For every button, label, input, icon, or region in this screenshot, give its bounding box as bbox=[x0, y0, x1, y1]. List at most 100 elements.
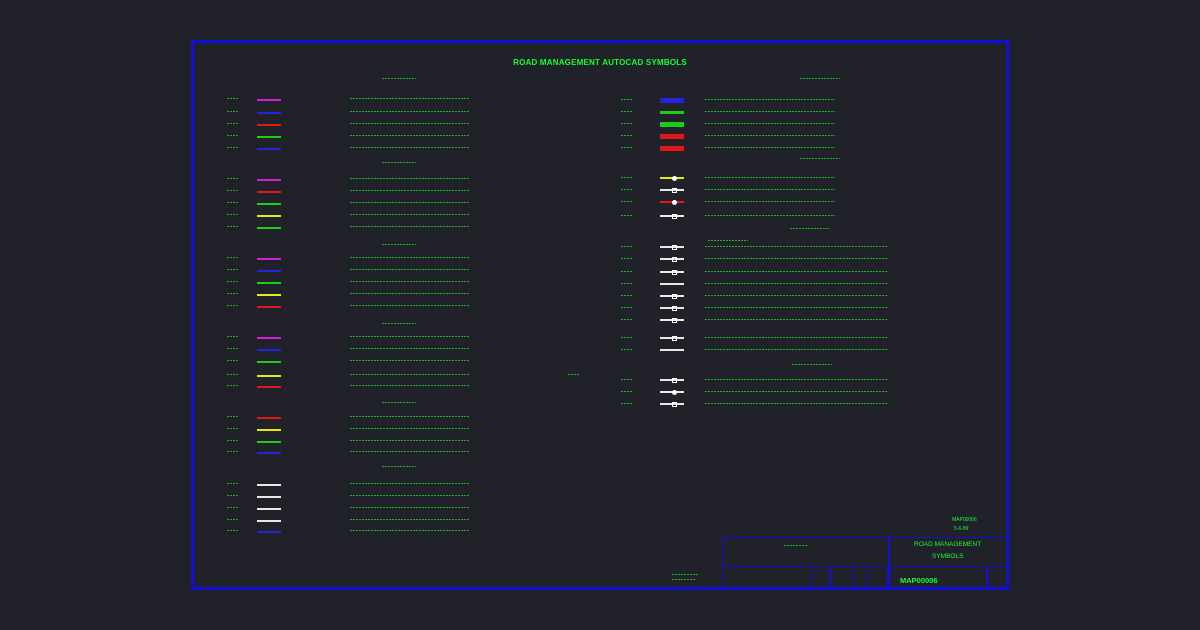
left-symbol-line-2 bbox=[257, 124, 281, 126]
left-desc-24 bbox=[350, 483, 470, 485]
right-symbol-mark-16 bbox=[672, 335, 677, 341]
left-symbol-line-10 bbox=[257, 258, 281, 260]
left-desc-23 bbox=[350, 451, 470, 453]
drawing-title: ROAD MANAGEMENT AUTOCAD SYMBOLS bbox=[513, 58, 687, 67]
right-desc-15 bbox=[705, 319, 765, 321]
right-desc-6 bbox=[705, 189, 835, 191]
right-desc2-17 bbox=[762, 349, 887, 351]
right-code-2 bbox=[621, 123, 633, 125]
right-desc2-10 bbox=[762, 258, 887, 260]
left-symbol-line-23 bbox=[257, 452, 281, 454]
right-code-7 bbox=[621, 201, 633, 203]
left-desc-3 bbox=[350, 135, 470, 137]
right-code-17 bbox=[621, 349, 633, 351]
right-code-5 bbox=[621, 177, 633, 179]
title-block-sheet-box bbox=[986, 567, 1008, 588]
left-symbol-line-9 bbox=[257, 227, 281, 229]
left-code-14 bbox=[227, 305, 239, 307]
left-code-5 bbox=[227, 178, 239, 180]
left-code-28 bbox=[227, 530, 239, 532]
left-symbol-line-21 bbox=[257, 429, 281, 431]
right-symbol-line-1 bbox=[660, 110, 684, 114]
right-code-4 bbox=[621, 147, 633, 149]
right-code-13 bbox=[621, 295, 633, 297]
left-symbol-line-6 bbox=[257, 191, 281, 193]
left-desc-18 bbox=[350, 374, 470, 376]
right-desc-19 bbox=[705, 391, 765, 393]
right-desc-18 bbox=[705, 379, 765, 381]
right-code-12 bbox=[621, 283, 633, 285]
left-symbol-line-27 bbox=[257, 520, 281, 522]
left-symbol-line-25 bbox=[257, 496, 281, 498]
right-desc2-18 bbox=[762, 379, 887, 381]
right-symbol-line-4 bbox=[660, 145, 684, 151]
right-code-10 bbox=[621, 258, 633, 260]
left-code-15 bbox=[227, 336, 239, 338]
right-code-6 bbox=[621, 189, 633, 191]
left-code-9 bbox=[227, 226, 239, 228]
right-symbol-mark-15 bbox=[672, 317, 677, 323]
right-symbol-mark-9 bbox=[672, 244, 677, 250]
right-symbol-mark-20 bbox=[672, 401, 677, 407]
footer-note-2 bbox=[672, 579, 696, 581]
right-desc-12 bbox=[705, 283, 765, 285]
title-block-name-line2: SYMBOLS bbox=[932, 553, 964, 560]
left-section-header-2 bbox=[382, 244, 416, 246]
left-desc-12 bbox=[350, 281, 470, 283]
left-code-27 bbox=[227, 519, 239, 521]
right-desc2-12 bbox=[762, 283, 887, 285]
right-desc-14 bbox=[705, 307, 765, 309]
center-note bbox=[568, 374, 580, 376]
left-code-25 bbox=[227, 495, 239, 497]
right-symbol-mark-13 bbox=[672, 293, 677, 299]
right-desc-5 bbox=[705, 177, 835, 179]
left-code-1 bbox=[227, 111, 239, 113]
left-desc-10 bbox=[350, 257, 470, 259]
left-symbol-line-13 bbox=[257, 294, 281, 296]
right-symbol-mark-8 bbox=[672, 213, 677, 219]
left-desc-8 bbox=[350, 214, 470, 216]
right-symbol-mark-5 bbox=[672, 175, 677, 181]
left-desc-9 bbox=[350, 226, 470, 228]
footer-note-1 bbox=[672, 574, 698, 576]
left-desc-4 bbox=[350, 147, 470, 149]
title-block-cell-a bbox=[810, 567, 830, 588]
left-code-3 bbox=[227, 135, 239, 137]
right-symbol-mark-19 bbox=[672, 389, 677, 395]
right-desc-7 bbox=[705, 201, 835, 203]
left-symbol-line-20 bbox=[257, 417, 281, 419]
left-code-19 bbox=[227, 385, 239, 387]
right-desc-16 bbox=[705, 337, 765, 339]
title-block-cell-c bbox=[866, 567, 888, 588]
left-symbol-line-22 bbox=[257, 441, 281, 443]
left-code-4 bbox=[227, 147, 239, 149]
right-code-9 bbox=[621, 246, 633, 248]
right-code-16 bbox=[621, 337, 633, 339]
right-symbol-mark-14 bbox=[672, 305, 677, 311]
right-symbol-line-2 bbox=[660, 121, 684, 127]
title-block-name-line1: ROAD MANAGEMENT bbox=[914, 541, 982, 548]
title-block-drawing-number: MAP00006 bbox=[900, 576, 938, 585]
left-symbol-line-0 bbox=[257, 99, 281, 101]
right-desc-13 bbox=[705, 295, 765, 297]
right-code-15 bbox=[621, 319, 633, 321]
right-desc-0 bbox=[705, 99, 835, 101]
left-symbol-line-17 bbox=[257, 361, 281, 363]
right-symbol-line-3 bbox=[660, 133, 684, 139]
right-symbol-line-12 bbox=[660, 283, 684, 285]
right-symbol-mark-18 bbox=[672, 377, 677, 383]
right-code-1 bbox=[621, 111, 633, 113]
left-desc-15 bbox=[350, 336, 470, 338]
left-symbol-line-5 bbox=[257, 179, 281, 181]
left-code-18 bbox=[227, 374, 239, 376]
left-code-21 bbox=[227, 428, 239, 430]
right-section-header-2 bbox=[790, 228, 830, 230]
left-symbol-line-7 bbox=[257, 203, 281, 205]
left-symbol-line-14 bbox=[257, 306, 281, 308]
right-desc-20 bbox=[705, 403, 765, 405]
left-desc-27 bbox=[350, 519, 470, 521]
left-symbol-line-8 bbox=[257, 215, 281, 217]
right-code-8 bbox=[621, 215, 633, 217]
left-desc-20 bbox=[350, 416, 470, 418]
left-symbol-line-26 bbox=[257, 508, 281, 510]
